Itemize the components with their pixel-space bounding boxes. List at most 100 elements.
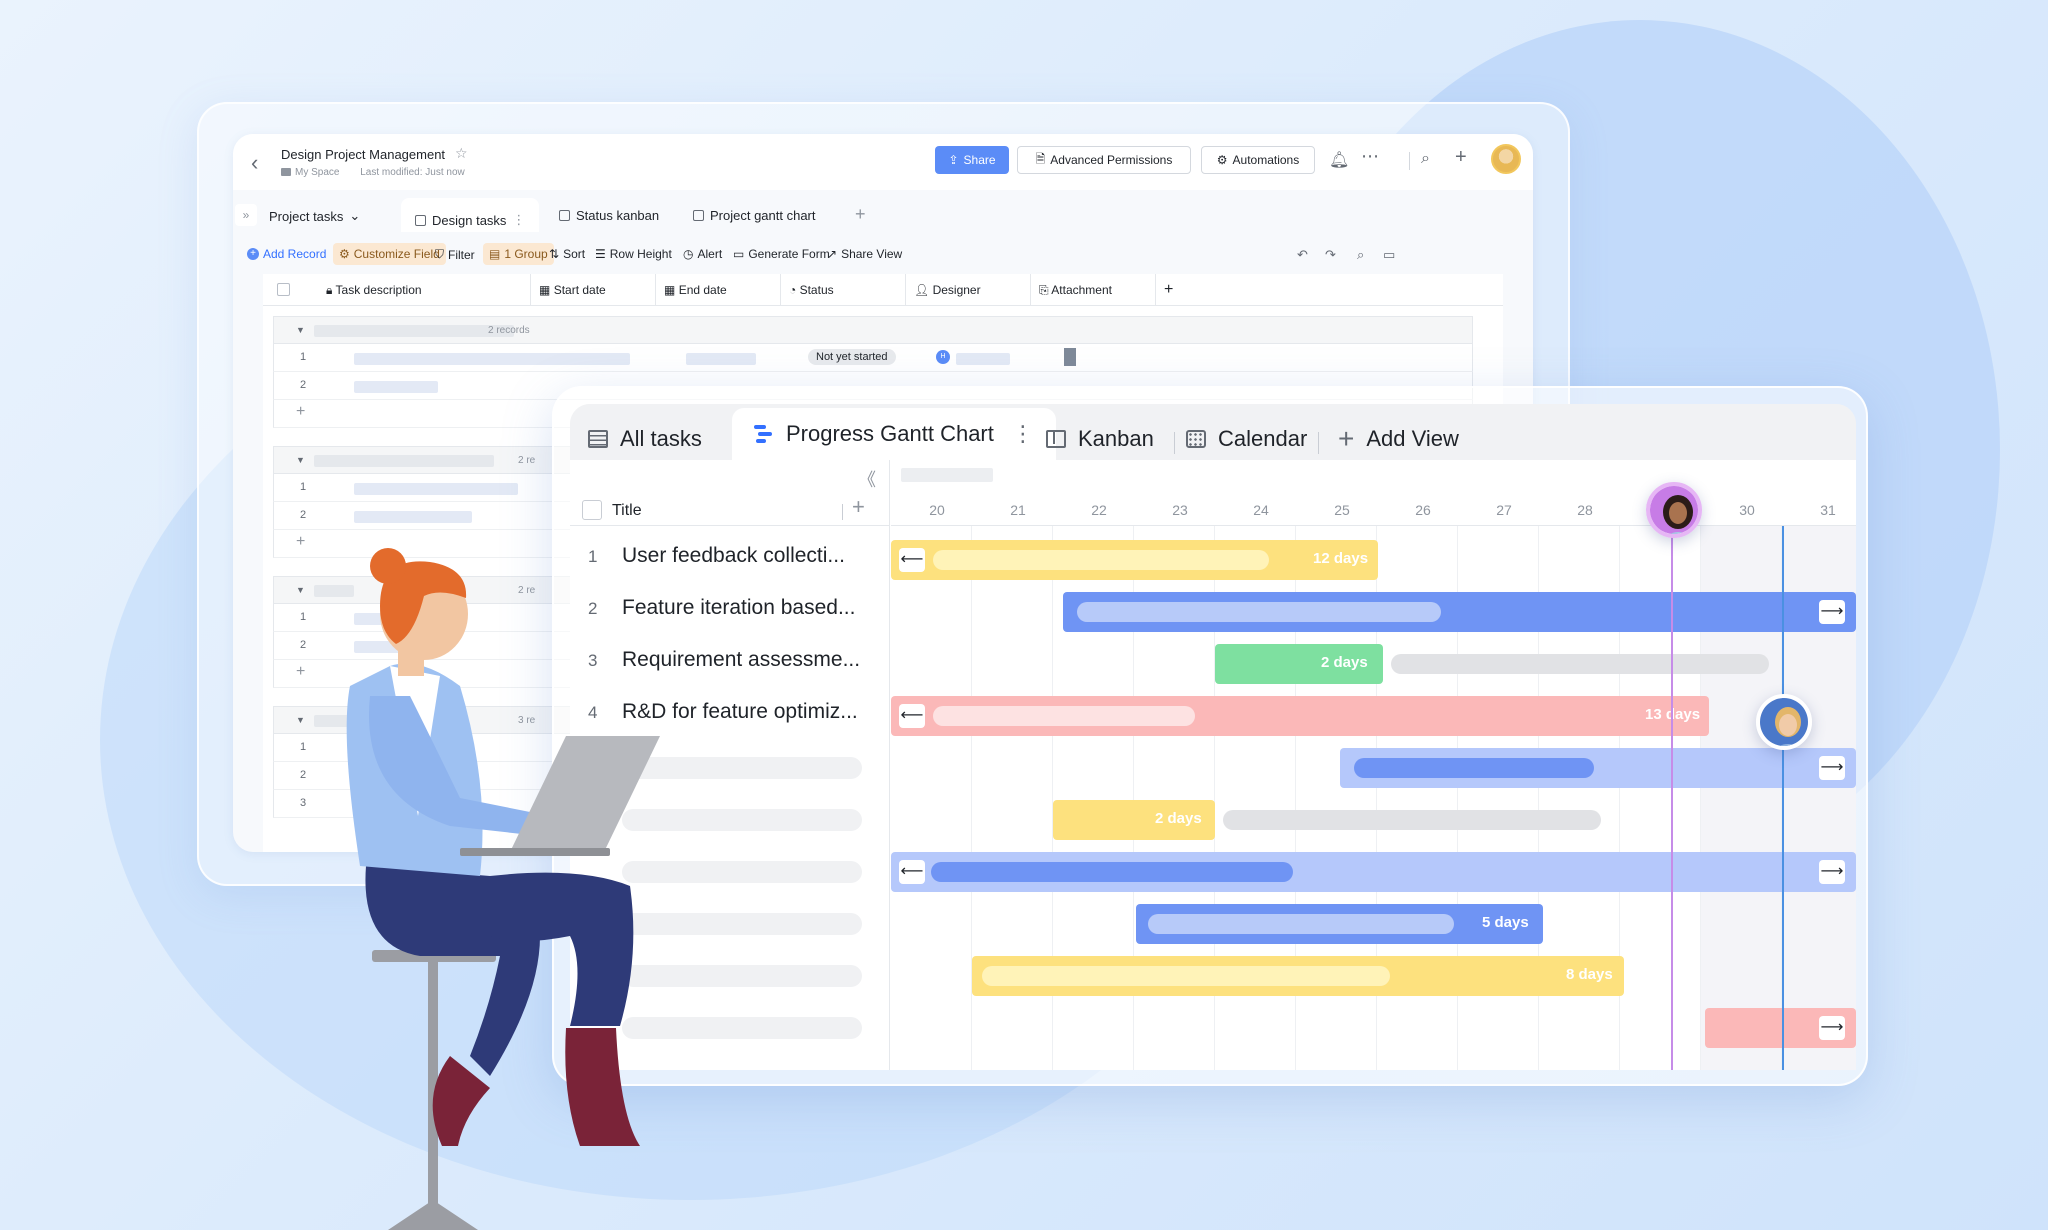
arrow-right-icon[interactable]: ⟶ — [1819, 860, 1845, 884]
alert-label: Alert — [697, 247, 723, 261]
alert-button[interactable]: ◷ Alert — [683, 247, 722, 261]
caret-down-icon[interactable]: ▼ — [296, 325, 305, 335]
sort-icon: ⇅ — [549, 247, 560, 261]
tab-kanban[interactable]: Kanban — [1046, 418, 1154, 460]
day-label: 30 — [1739, 502, 1755, 518]
tab-status-kanban[interactable]: Status kanban — [559, 208, 659, 223]
day-label: 23 — [1172, 502, 1188, 518]
group-button[interactable]: ▤ 1 Group — [483, 243, 554, 265]
gantt-bar[interactable]: 2 days — [1215, 644, 1383, 684]
plus-icon[interactable]: + — [296, 533, 305, 551]
filter-button[interactable]: ⛉ Filter — [435, 247, 475, 262]
column-status[interactable]: ◔ Status — [781, 274, 906, 306]
plus-icon[interactable]: + — [296, 663, 305, 681]
arrow-left-icon[interactable]: ⟵ — [899, 860, 925, 884]
share-button[interactable]: ⇪ Share — [935, 146, 1009, 174]
gantt-timeline: 20 21 22 23 24 25 26 27 28 29 30 31 — [891, 460, 1856, 1070]
generate-form-button[interactable]: ▭ Generate Form — [733, 247, 830, 261]
tab-project-tasks[interactable]: Project tasks ⌄ — [269, 208, 360, 224]
gantt-bar[interactable]: ⟶ — [1340, 748, 1856, 788]
caret-down-icon[interactable]: ▼ — [296, 715, 305, 725]
attachment-thumbnail[interactable] — [1064, 348, 1076, 366]
tab-design-tasks[interactable]: Design tasks ⋮ — [401, 198, 540, 232]
column-attachment[interactable]: ⎘ Attachment — [1031, 274, 1156, 306]
arrow-right-icon[interactable]: ⟶ — [1819, 756, 1845, 780]
column-label: Designer — [932, 283, 981, 297]
back-arrow-icon[interactable]: ‹ — [251, 150, 258, 176]
gantt-bar[interactable]: ⟵ ⟶ — [891, 852, 1856, 892]
gantt-bar[interactable]: 8 days — [972, 956, 1624, 996]
title-column-header[interactable]: Title — [612, 502, 642, 520]
automations-button[interactable]: ⚙ Automations — [1201, 146, 1315, 174]
gantt-bar[interactable]: ⟶ — [1063, 592, 1856, 632]
customize-field-button[interactable]: ⚙ Customize Field — [333, 243, 446, 265]
gantt-bar[interactable]: 5 days — [1136, 904, 1543, 944]
find-icon[interactable]: ⌕ — [1357, 247, 1364, 263]
select-all-checkbox[interactable] — [582, 500, 602, 520]
tab-all-tasks[interactable]: All tasks — [588, 418, 702, 460]
star-icon[interactable]: ☆ — [455, 145, 468, 162]
day-label: 21 — [1010, 502, 1026, 518]
task-list-header: Title + — [570, 488, 889, 526]
user-avatar[interactable] — [1491, 144, 1521, 174]
caret-down-icon[interactable]: ▼ — [296, 585, 305, 595]
generate-form-label: Generate Form — [748, 247, 830, 261]
select-all-checkbox[interactable] — [277, 283, 290, 296]
status-badge[interactable]: Not yet started — [808, 349, 896, 365]
add-view-button[interactable]: + Add View — [1338, 418, 1459, 460]
view-tabs: All tasks Progress Gantt Chart ⋮ Kanban … — [570, 404, 1856, 460]
assignee-avatar[interactable] — [1646, 482, 1702, 538]
gantt-bar[interactable]: ⟵ 13 days — [891, 696, 1709, 736]
column-designer[interactable]: 👤︎ Designer — [906, 274, 1031, 306]
assignee-avatar[interactable] — [1756, 694, 1812, 750]
gantt-bar[interactable]: ⟵ 12 days — [891, 540, 1378, 580]
row-number: 2 — [300, 639, 307, 651]
kanban-icon — [559, 210, 570, 221]
row-number: 2 — [300, 379, 307, 391]
row-height-button[interactable]: ☰ Row Height — [595, 247, 672, 261]
add-column-icon[interactable]: + — [1156, 274, 1196, 306]
row-number: 1 — [300, 481, 307, 493]
more-icon[interactable]: ⋯ — [1361, 146, 1379, 167]
bell-icon[interactable]: 🔔︎ — [1329, 150, 1349, 170]
kebab-icon[interactable]: ⋮ — [1012, 421, 1034, 447]
plus-icon[interactable]: + — [1455, 146, 1467, 169]
redo-icon[interactable]: ↷ — [1325, 247, 1336, 263]
sort-button[interactable]: ⇅ Sort — [549, 247, 585, 261]
tab-calendar[interactable]: Calendar — [1186, 418, 1307, 460]
duration-label: 5 days — [1482, 914, 1529, 931]
gantt-bar[interactable]: 2 days — [1053, 800, 1215, 840]
calendar-icon: ▦ — [664, 283, 676, 297]
add-field-icon[interactable]: + — [852, 494, 865, 520]
arrow-right-icon[interactable]: ⟶ — [1819, 1016, 1845, 1040]
table-row[interactable]: 1 Not yet started H — [273, 344, 1473, 372]
caret-down-icon[interactable]: ▼ — [296, 455, 305, 465]
add-tab-icon[interactable]: + — [855, 204, 866, 225]
plus-icon[interactable]: + — [296, 403, 305, 421]
gantt-bar[interactable]: ⟶ — [1705, 1008, 1856, 1048]
comment-icon[interactable]: ▭ — [1383, 247, 1395, 263]
arrow-right-icon[interactable]: ⟶ — [1819, 600, 1845, 624]
day-label: 24 — [1253, 502, 1269, 518]
column-start-date[interactable]: ▦ Start date — [531, 274, 656, 306]
column-task-description[interactable]: 🔒︎ Task description — [263, 274, 531, 306]
arrow-left-icon[interactable]: ⟵ — [899, 548, 925, 572]
column-end-date[interactable]: ▦ End date — [656, 274, 781, 306]
add-record-button[interactable]: + Add Record — [247, 247, 326, 261]
day-label: 31 — [1820, 502, 1836, 518]
duration-label: 8 days — [1566, 966, 1613, 983]
customize-field-label: Customize Field — [353, 247, 440, 261]
arrow-left-icon[interactable]: ⟵ — [899, 704, 925, 728]
group-icon: ▤ — [489, 247, 501, 261]
tab-project-gantt-chart[interactable]: Project gantt chart — [693, 208, 816, 223]
row-number: 1 — [300, 741, 307, 753]
search-icon[interactable]: ⌕ — [1421, 150, 1430, 168]
undo-icon[interactable]: ↶ — [1297, 247, 1308, 263]
share-view-button[interactable]: ↗ Share View — [827, 247, 902, 261]
robot-icon: ⚙ — [1216, 153, 1228, 167]
tab-progress-gantt-chart[interactable]: Progress Gantt Chart ⋮ — [732, 408, 1056, 460]
group-header[interactable]: ▼ 2 records — [273, 316, 1473, 344]
folder-icon — [281, 168, 291, 177]
kebab-icon[interactable]: ⋮ — [512, 212, 525, 228]
advanced-permissions-button[interactable]: 🗎 Advanced Permissions — [1017, 146, 1191, 174]
